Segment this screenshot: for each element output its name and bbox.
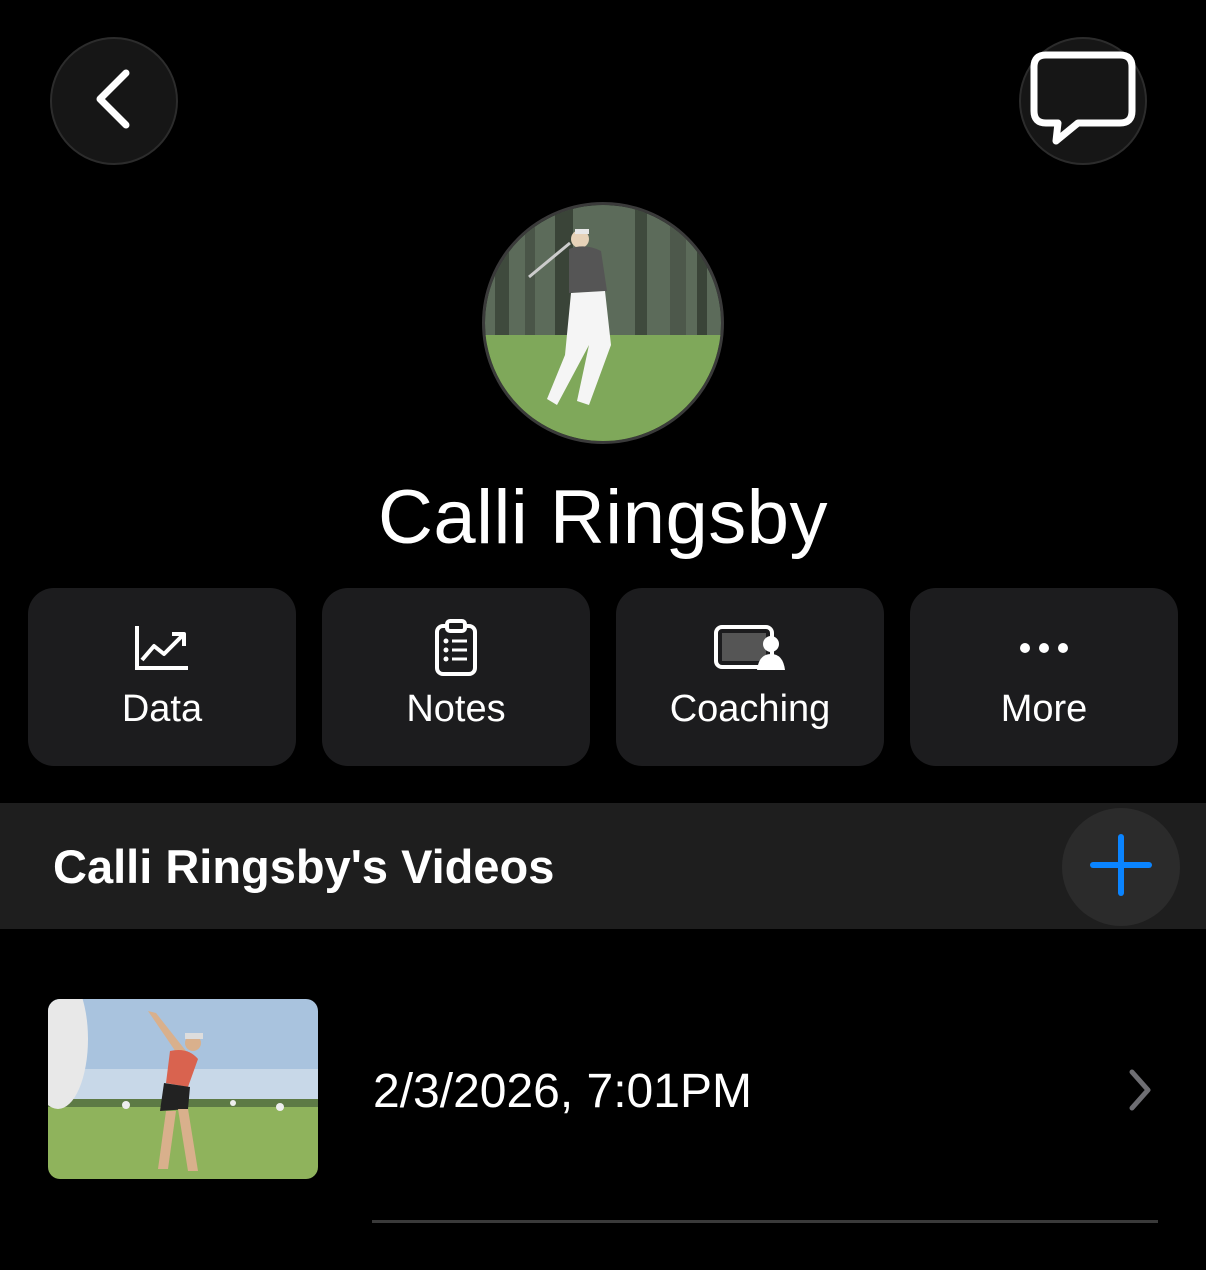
chevron-right-icon — [1126, 1068, 1154, 1117]
clipboard-list-icon — [434, 619, 478, 676]
data-label: Data — [121, 688, 203, 730]
back-button[interactable] — [50, 37, 178, 165]
video-thumbnail — [48, 999, 318, 1179]
video-coaching-icon — [713, 620, 787, 676]
videos-title: Calli Ringsby's Videos — [53, 840, 555, 893]
avatar — [482, 202, 724, 444]
more-button[interactable]: More — [910, 588, 1178, 766]
chart-trend-icon — [134, 620, 190, 676]
more-label: More — [1000, 688, 1088, 730]
videos-section-header: Calli Ringsby's Videos — [0, 803, 1206, 929]
video-date: 2/3/2026, 7:01PM — [373, 1065, 752, 1118]
notes-label: Notes — [406, 688, 506, 730]
golfer-photo — [485, 205, 721, 441]
data-button[interactable]: Data — [28, 588, 296, 766]
plus-icon — [1090, 833, 1152, 901]
chat-button[interactable] — [1019, 37, 1147, 165]
chevron-left-icon — [92, 67, 136, 136]
chat-bubble-icon — [1028, 49, 1138, 154]
add-video-button[interactable] — [1062, 808, 1180, 926]
row-divider — [372, 1220, 1158, 1223]
coaching-button[interactable]: Coaching — [616, 588, 884, 766]
ellipsis-icon — [1019, 620, 1069, 676]
coaching-label: Coaching — [669, 688, 831, 730]
athlete-name: Calli Ringsby — [378, 475, 828, 560]
video-list-item[interactable]: 2/3/2026, 7:01PM — [0, 960, 1206, 1222]
notes-button[interactable]: Notes — [322, 588, 590, 766]
